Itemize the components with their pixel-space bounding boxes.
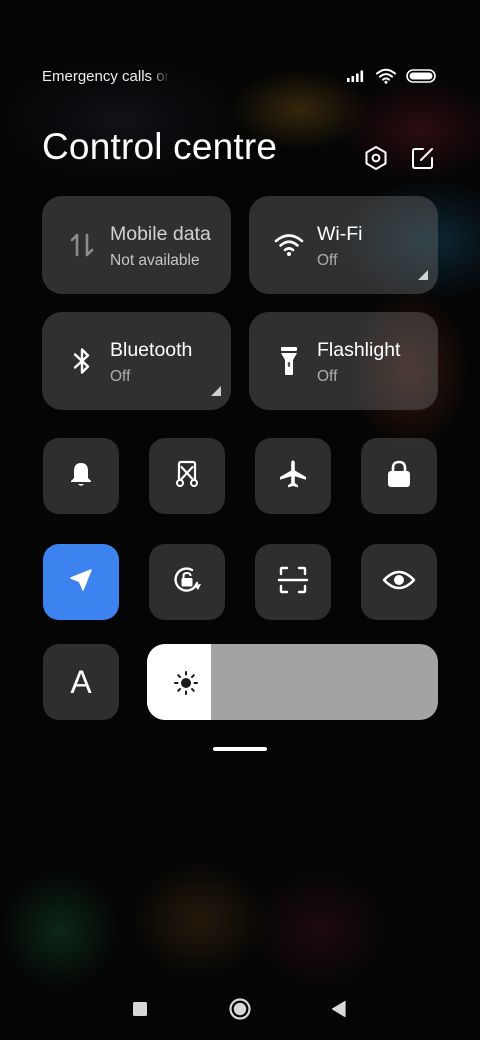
flashlight-tile[interactable]: Flashlight Off xyxy=(249,312,438,410)
bluetooth-tile[interactable]: Bluetooth Off xyxy=(42,312,231,410)
rotation-lock-icon xyxy=(170,563,204,602)
bluetooth-label: Bluetooth xyxy=(110,339,193,361)
flashlight-icon xyxy=(273,345,305,377)
bluetooth-icon xyxy=(66,345,98,377)
font-size-icon: A xyxy=(70,664,92,700)
page-title: Control centre xyxy=(42,126,278,167)
home-icon xyxy=(228,997,252,1026)
status-icons xyxy=(346,68,436,84)
mobile-data-label: Mobile data xyxy=(110,223,211,245)
lock-icon xyxy=(384,458,414,495)
bell-icon xyxy=(66,459,96,494)
wifi-icon xyxy=(273,229,305,261)
status-bar: Emergency calls only xyxy=(42,66,436,88)
recents-icon xyxy=(132,1001,148,1022)
silent-mode-toggle[interactable] xyxy=(43,438,119,514)
location-icon xyxy=(66,565,96,600)
navigation-bar xyxy=(0,996,480,1026)
mobile-data-icon xyxy=(66,229,98,261)
reading-mode-toggle[interactable] xyxy=(361,544,437,620)
flashlight-label: Flashlight xyxy=(317,339,401,361)
carrier-status-text: Emergency calls only xyxy=(42,68,170,85)
settings-button[interactable] xyxy=(362,145,390,176)
rotation-lock-toggle[interactable] xyxy=(149,544,225,620)
wifi-label: Wi-Fi xyxy=(317,223,363,245)
font-size-toggle[interactable]: A xyxy=(43,644,119,720)
back-icon xyxy=(330,1000,348,1023)
mobile-data-status: Not available xyxy=(110,252,200,269)
settings-icon xyxy=(363,145,389,176)
sun-icon xyxy=(173,670,199,696)
wifi-tile[interactable]: Wi-Fi Off xyxy=(249,196,438,294)
airplane-mode-toggle[interactable] xyxy=(255,438,331,514)
home-button[interactable] xyxy=(225,996,255,1026)
screenshot-toggle[interactable] xyxy=(149,438,225,514)
wifi-status: Off xyxy=(317,252,338,269)
reading-mode-icon xyxy=(382,567,416,598)
airplane-icon xyxy=(277,458,309,495)
scanner-toggle[interactable] xyxy=(255,544,331,620)
recents-button[interactable] xyxy=(125,996,155,1026)
scanner-icon xyxy=(277,564,309,601)
screenshot-icon xyxy=(171,458,203,495)
battery-icon xyxy=(406,69,436,83)
signal-icon xyxy=(346,69,366,83)
location-toggle[interactable] xyxy=(43,544,119,620)
mobile-data-tile[interactable]: Mobile data Not available xyxy=(42,196,231,294)
brightness-slider[interactable] xyxy=(147,644,438,720)
flashlight-status: Off xyxy=(317,368,338,385)
edit-icon xyxy=(410,145,436,176)
bluetooth-status: Off xyxy=(110,368,131,385)
back-button[interactable] xyxy=(324,996,354,1026)
expand-arrow-icon[interactable] xyxy=(211,386,221,396)
wifi-icon xyxy=(376,68,396,84)
drag-handle[interactable] xyxy=(213,747,267,751)
screen-lock-toggle[interactable] xyxy=(361,438,437,514)
edit-button[interactable] xyxy=(409,146,437,174)
expand-arrow-icon[interactable] xyxy=(418,270,428,280)
